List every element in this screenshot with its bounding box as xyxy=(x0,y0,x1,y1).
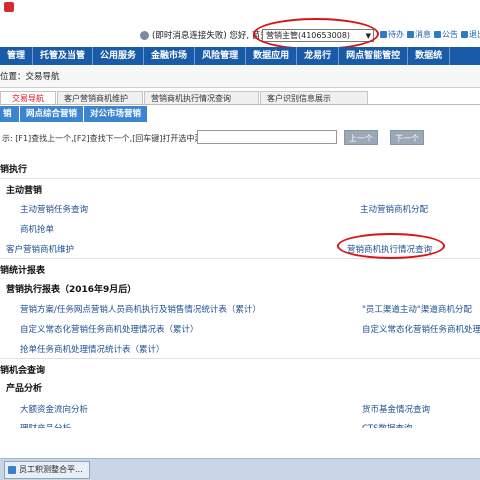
link-messages[interactable]: 消息 xyxy=(407,29,431,40)
nav-item-branch-control[interactable]: 网点智能管控 xyxy=(339,47,409,65)
section-active-marketing: 主动营销 xyxy=(6,186,43,196)
main-nav: 管理 托管及当管 公用服务 金融市场 风险管理 数据应用 龙易行 网点智能管控 … xyxy=(0,47,480,65)
link-active-task-query[interactable]: 主动营销任务查询 xyxy=(20,203,88,215)
user-icon xyxy=(140,30,149,40)
link-todo[interactable]: 待办 xyxy=(380,29,404,40)
section-exec-report: 营销执行报表（2016年9月后） xyxy=(6,285,137,295)
tab-opportunity-exec-query[interactable]: 营销商机执行情况查询 xyxy=(144,91,259,104)
tab-trade-nav[interactable]: 交易导航 xyxy=(0,91,56,104)
link-money-fund[interactable]: 货币基金情况查询 xyxy=(362,403,430,415)
search-hint: 示: [F1]查找上一个,[F2]查找下一个,[回车键]打开选中菜单. xyxy=(2,134,213,143)
link-grab-stats[interactable]: 抢单任务商机处理情况统计表（累计） xyxy=(20,343,165,355)
todo-icon xyxy=(380,31,387,38)
taskbar: 员工积测整合平... xyxy=(0,458,480,480)
link-staff-channel[interactable]: "员工渠道主动"渠道商机分配 xyxy=(362,303,472,315)
link-cut-1[interactable]: 理财产品分析 xyxy=(20,422,71,428)
notice-icon xyxy=(434,31,441,38)
nav-item-management[interactable]: 管理 xyxy=(0,47,34,65)
link-cut-2[interactable]: CTS数据查询 xyxy=(362,422,413,428)
link-large-funds[interactable]: 大额资金流向分析 xyxy=(20,403,88,415)
page-tabs: 交易导航 客户营销商机维护 营销商机执行情况查询 客户识别信息展示 xyxy=(0,91,480,105)
link-customer-opp-maint[interactable]: 客户营销商机维护 xyxy=(6,243,74,255)
link-custom-task-proc-2[interactable]: 自定义常态化营销任务商机处理 xyxy=(362,323,480,335)
taskbar-window-label: 员工积测整合平... xyxy=(19,465,83,474)
section-marketing-exec: 销执行 xyxy=(0,165,28,175)
subtab-marketing[interactable]: 销 xyxy=(0,106,20,122)
prev-button[interactable]: 上一个 xyxy=(344,130,378,145)
app-logo-icon xyxy=(4,2,14,12)
tab-customer-recognition[interactable]: 客户识别信息展示 xyxy=(260,91,368,104)
next-button[interactable]: 下一个 xyxy=(390,130,424,145)
subtab-branch-marketing[interactable]: 网点综合营销 xyxy=(20,106,85,122)
message-icon xyxy=(407,31,414,38)
link-custom-task-proc[interactable]: 自定义常态化营销任务商机处理情况表（累计） xyxy=(20,323,199,335)
breadcrumb: 位置：交易导航 xyxy=(0,66,480,88)
highlight-circle-exec-query xyxy=(337,233,445,259)
link-exit[interactable]: 退出 xyxy=(461,29,480,40)
taskbar-window-button[interactable]: 员工积测整合平... xyxy=(4,461,90,479)
nav-item-longyixing[interactable]: 龙易行 xyxy=(297,47,340,65)
nav-item-data-apps[interactable]: 数据应用 xyxy=(246,47,298,65)
nav-item-data-stats[interactable]: 数据统 xyxy=(408,47,451,65)
nav-item-custody[interactable]: 托管及当管 xyxy=(33,47,94,65)
section-opp-query: 销机会查询 xyxy=(0,366,46,376)
link-active-opp-assign[interactable]: 主动营销商机分配 xyxy=(360,203,428,215)
nav-item-risk[interactable]: 风险管理 xyxy=(195,47,247,65)
exit-icon xyxy=(461,31,468,38)
top-links: 待办 消息 公告 退出 xyxy=(380,29,480,40)
menu-content: 销执行 主动营销 主动营销任务查询 主动营销商机分配 商机抢单 客户营销商机维护… xyxy=(0,150,480,460)
subtab-corporate-marketing[interactable]: 对公市场营销 xyxy=(84,106,149,122)
subtabs: 销 网点综合营销 对公市场营销 xyxy=(0,106,149,122)
highlight-circle-role xyxy=(253,18,379,50)
divider xyxy=(0,178,480,179)
search-input[interactable] xyxy=(197,130,337,144)
nav-item-public-service[interactable]: 公用服务 xyxy=(93,47,145,65)
section-product-analysis: 产品分析 xyxy=(6,384,43,394)
nav-item-financial-market[interactable]: 金融市场 xyxy=(144,47,196,65)
top-header: (即时消息连接失败) 您好, 苗秀青 营销主管(410653008) ▼ 待办 … xyxy=(0,0,480,50)
divider xyxy=(0,358,480,359)
link-plan-stats[interactable]: 营销方案/任务网点营销人员商机执行及销售情况统计表（累计） xyxy=(20,303,261,315)
window-icon xyxy=(8,466,16,474)
link-opp-grab[interactable]: 商机抢单 xyxy=(20,223,54,235)
link-notice[interactable]: 公告 xyxy=(434,29,458,40)
tab-customer-opportunity[interactable]: 客户营销商机维护 xyxy=(57,91,143,104)
section-marketing-stats: 销统计报表 xyxy=(0,266,46,276)
